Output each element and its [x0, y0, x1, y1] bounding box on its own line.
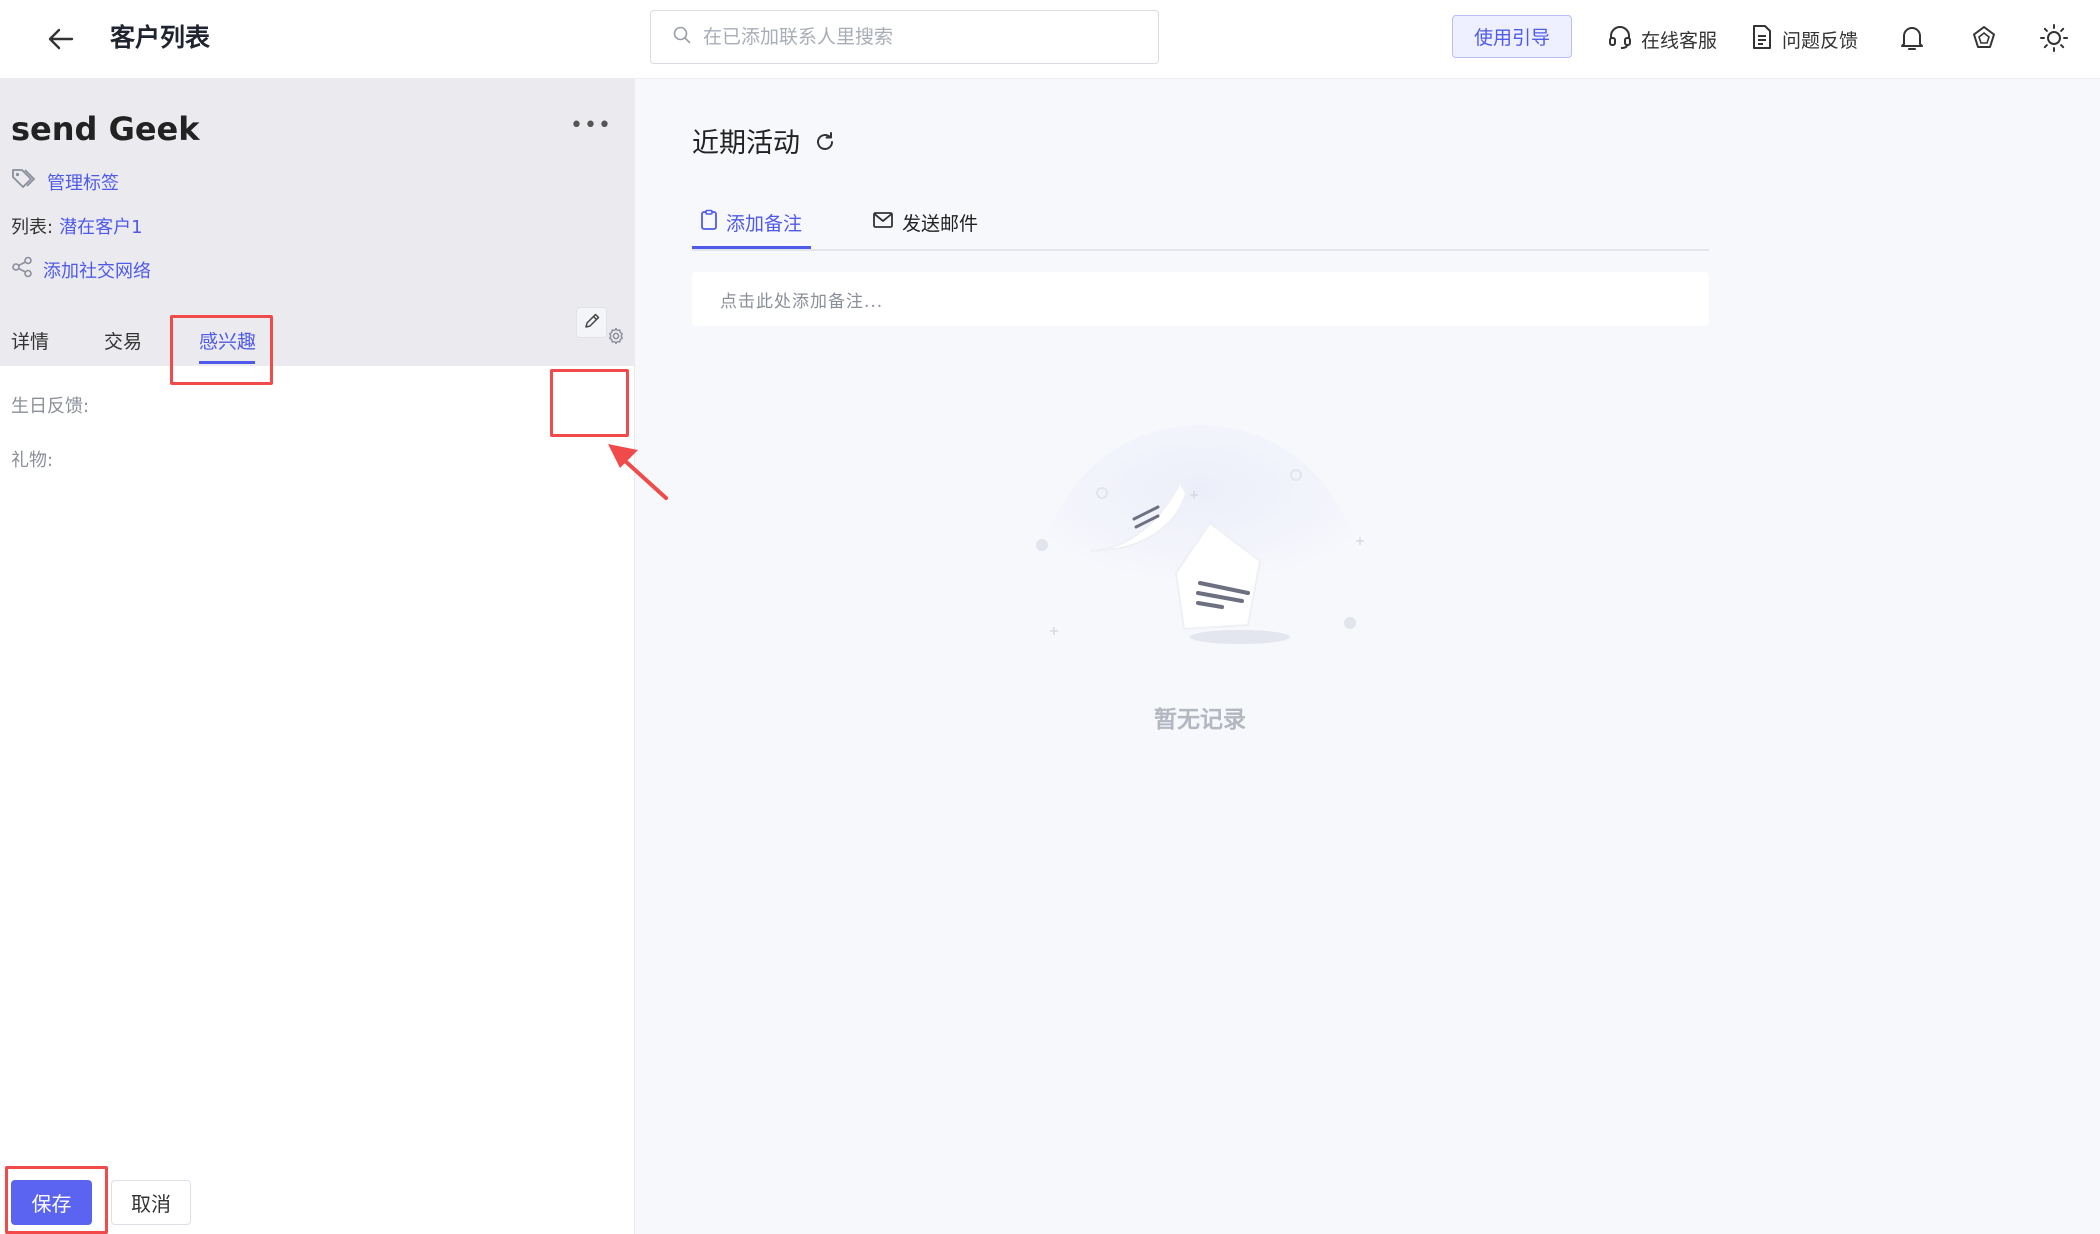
contact-name: send Geek [11, 110, 200, 148]
page-title: 客户列表 [110, 23, 211, 52]
contact-panel: send Geek ••• 管理标签 列表: 潜在客户1 添加社交网络 详情 交… [0, 79, 635, 1234]
share-icon [11, 256, 33, 283]
document-icon [1750, 24, 1782, 55]
search-input[interactable] [703, 26, 1143, 48]
contact-header: send Geek ••• 管理标签 列表: 潜在客户1 添加社交网络 详情 交… [0, 79, 635, 366]
more-options-icon[interactable]: ••• [570, 113, 612, 138]
tab-send-email-label: 发送邮件 [902, 213, 979, 235]
pentagon-icon[interactable] [1966, 20, 2002, 56]
refresh-icon[interactable] [814, 131, 836, 157]
tab-interests[interactable]: 感兴趣 [199, 327, 256, 354]
list-prefix: 列表: [11, 217, 54, 238]
search-box[interactable] [650, 10, 1159, 64]
tab-send-email[interactable]: 发送邮件 [872, 209, 978, 236]
save-button[interactable]: 保存 [11, 1180, 92, 1225]
feedback-label: 问题反馈 [1782, 29, 1859, 52]
mail-icon [872, 211, 902, 234]
add-social-link[interactable]: 添加社交网络 [43, 257, 151, 283]
active-activity-tab-indicator [692, 246, 811, 249]
activity-title: 近期活动 [692, 128, 800, 159]
note-placeholder: 点击此处添加备注... [720, 291, 884, 312]
bell-icon[interactable] [1894, 20, 1930, 56]
cancel-button[interactable]: 取消 [111, 1180, 191, 1225]
tab-details[interactable]: 详情 [11, 327, 49, 354]
gift-label: 礼物: [11, 450, 54, 471]
pencil-icon [583, 312, 601, 334]
tab-add-note-label: 添加备注 [726, 213, 803, 235]
active-tab-indicator [199, 361, 255, 364]
clipboard-icon [700, 209, 726, 236]
add-social-row: 添加社交网络 [11, 256, 151, 283]
annotation-arrow [608, 444, 668, 500]
guide-button[interactable]: 使用引导 [1452, 15, 1572, 58]
feedback-link[interactable]: 问题反馈 [1750, 24, 1858, 54]
empty-state-text: 暂无记录 [1154, 707, 1246, 733]
contact-tabs: 详情 交易 感兴趣 [0, 317, 635, 366]
back-arrow-icon[interactable] [44, 22, 78, 56]
gear-icon[interactable] [607, 327, 625, 349]
top-bar: 客户列表 使用引导 在线客服 问题反馈 [0, 0, 2100, 79]
headset-icon [1607, 24, 1641, 55]
manage-tags-row: 管理标签 [11, 168, 119, 195]
support-label: 在线客服 [1641, 29, 1718, 52]
note-input[interactable]: 点击此处添加备注... [692, 272, 1709, 326]
list-row: 列表: 潜在客户1 [11, 213, 143, 239]
list-value-link[interactable]: 潜在客户1 [59, 213, 142, 239]
tab-deals[interactable]: 交易 [104, 327, 142, 354]
manage-tags-link[interactable]: 管理标签 [47, 169, 119, 195]
edit-button[interactable] [576, 307, 607, 338]
search-icon [673, 26, 691, 48]
tab-add-note[interactable]: 添加备注 [700, 209, 802, 236]
empty-state-illustration [1036, 425, 1364, 644]
support-link[interactable]: 在线客服 [1607, 24, 1717, 54]
birthday-feedback-label: 生日反馈: [11, 396, 90, 417]
activity-tabs: 添加备注 发送邮件 [692, 205, 1709, 251]
tag-icon [11, 168, 37, 195]
sun-icon[interactable] [2036, 20, 2072, 56]
